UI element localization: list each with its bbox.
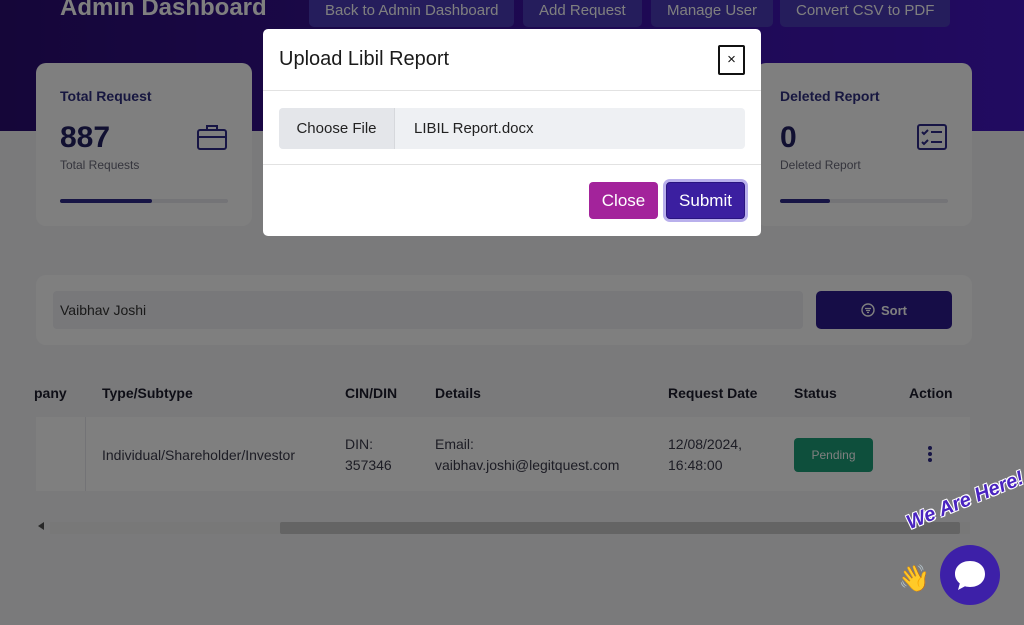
selected-file-name: LIBIL Report.docx <box>414 120 534 137</box>
chat-launcher-button[interactable] <box>940 545 1000 605</box>
waving-hand-icon: 👋 <box>898 563 931 593</box>
modal-header: Upload Libil Report × <box>263 29 761 91</box>
file-input[interactable]: Choose File LIBIL Report.docx <box>279 108 745 149</box>
modal-footer-divider <box>263 164 761 165</box>
modal-title: Upload Libil Report <box>279 48 450 70</box>
choose-file-button[interactable]: Choose File <box>279 108 395 149</box>
close-button[interactable]: Close <box>589 182 658 219</box>
submit-button[interactable]: Submit <box>666 182 745 219</box>
upload-report-modal: Upload Libil Report × Choose File LIBIL … <box>263 29 761 236</box>
close-icon[interactable]: × <box>718 45 745 75</box>
chat-bubble-icon <box>955 561 985 590</box>
